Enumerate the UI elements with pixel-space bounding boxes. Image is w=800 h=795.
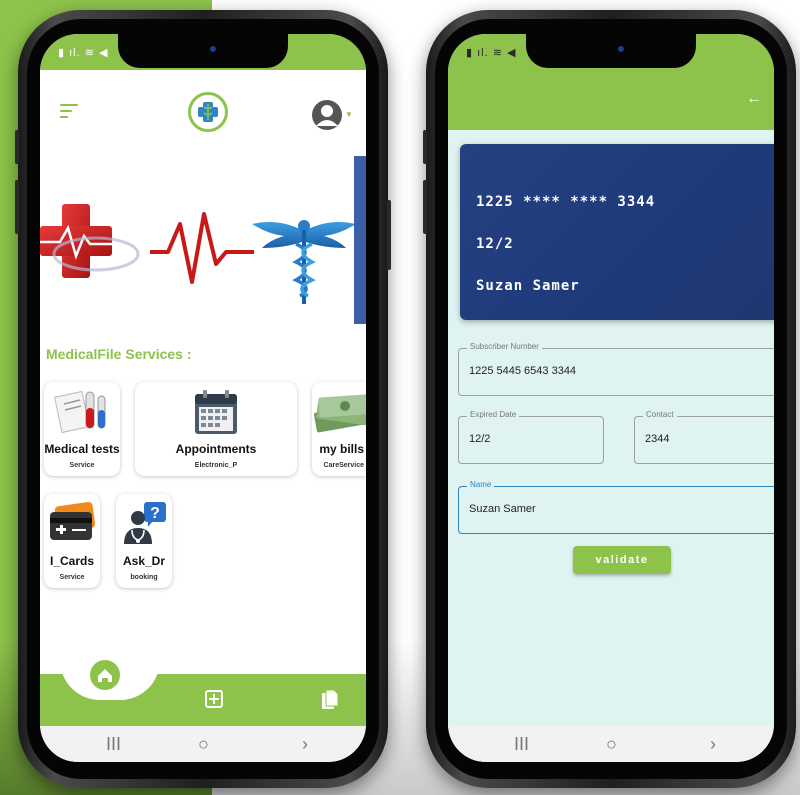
field-value: 1225 5445 6543 3344 [469,365,577,377]
system-home-button[interactable]: ○ [198,734,209,755]
service-title: Ask_Dr [122,554,166,568]
service-title: I_Cards [49,554,95,568]
phone-volume-button [15,180,19,234]
field-label: Name [467,480,495,489]
service-title: my bills [319,442,364,456]
recents-button[interactable]: III [514,734,529,755]
service-card-i-cards[interactable]: I_Cards Service [44,494,100,588]
service-subtitle: Electronic_P [194,462,238,469]
camera-icon [618,46,624,52]
field-value: 2344 [645,433,670,445]
system-navigation-bar: III ○ › [40,726,366,762]
card-expiry: 12/2 [476,236,514,252]
home-screen: ▮ ıl. ≋ ◀ ▼ MedicalFile Services: Medic… [40,34,366,762]
menu-icon[interactable] [60,104,78,118]
service-title: Medical tests [44,442,120,456]
field-label: Contact [643,410,677,419]
phone-power-button [387,200,391,270]
app-logo [188,92,228,132]
nav-home-button[interactable] [86,656,124,694]
app-header: ▼ [40,70,366,140]
system-navigation-bar: III ○ › [448,726,774,762]
user-avatar-icon[interactable] [312,100,342,130]
back-arrow-icon[interactable]: ← [746,90,762,108]
home-icon [98,669,112,682]
service-subtitle: CareService [323,462,364,469]
service-card-ask-dr[interactable]: ? Ask_Dr booking [116,494,172,588]
card-validation-screen: ▮ ıl. ≋ ◀ ← 1225 **** **** 3344 12/2 Suz… [448,34,774,762]
red-cross-icon [40,204,140,278]
phone-volume-button [15,130,19,164]
service-subtitle: Service [59,574,85,581]
validate-button[interactable]: validate [573,546,671,574]
phone-notch [526,34,696,68]
left-phone: ▮ ıl. ≋ ◀ ▼ MedicalFile Services: Medic… [15,10,391,788]
phone-notch [118,34,288,68]
recents-button[interactable]: III [106,734,121,755]
medical-banner [40,204,354,304]
blood-test-icon [54,390,106,434]
service-card-appointments[interactable]: Appointments Electronic_P [135,382,297,476]
money-stack-icon [314,394,366,433]
service-subtitle: Service [69,462,95,469]
carousel-edge [354,156,366,324]
card-number: 1225 **** **** 3344 [476,194,656,210]
add-box-icon[interactable] [204,689,224,709]
field-label: Subscriber Number [467,342,542,351]
system-back-button[interactable]: › [710,734,716,755]
chevron-down-icon[interactable]: ▼ [345,110,353,119]
field-value: Suzan Samer [469,503,536,515]
service-subtitle: booking [130,574,158,581]
service-card-medical-tests[interactable]: Medical tests Service [44,382,120,476]
system-home-button[interactable]: ○ [606,734,617,755]
camera-icon [210,46,216,52]
credit-card: 1225 **** **** 3344 12/2 Suzan Samer [460,144,774,320]
contact-field[interactable]: Contact 2344 [634,410,774,464]
doctor-question-icon: ? [124,502,166,544]
name-field[interactable]: Name Suzan Samer [458,480,774,534]
field-label: Expired Date [467,410,520,419]
card-holder: Suzan Samer [476,278,580,294]
caduceus-icon [252,220,354,304]
system-back-button[interactable]: › [302,734,308,755]
phone-volume-button [423,180,427,234]
documents-icon[interactable] [320,689,340,711]
field-value: 12/2 [469,433,491,445]
id-card-icon [50,501,96,540]
status-icons: ▮ ıl. ≋ ◀ [58,47,109,59]
status-icons: ▮ ıl. ≋ ◀ [466,47,517,59]
service-card-my-bills[interactable]: my bills CareService [312,382,366,476]
subscriber-number-field[interactable]: Subscriber Number 1225 5445 6543 3344 [458,342,774,396]
calendar-icon [195,390,237,434]
service-title: Appointments [175,442,257,456]
expired-date-field[interactable]: Expired Date 12/2 [458,410,604,464]
right-phone: ▮ ıl. ≋ ◀ ← 1225 **** **** 3344 12/2 Suz… [423,10,796,788]
section-title: MedicalFile Services : [46,346,192,362]
phone-volume-button [423,130,427,164]
svg-text:?: ? [150,505,160,522]
heartbeat-icon [150,212,254,284]
